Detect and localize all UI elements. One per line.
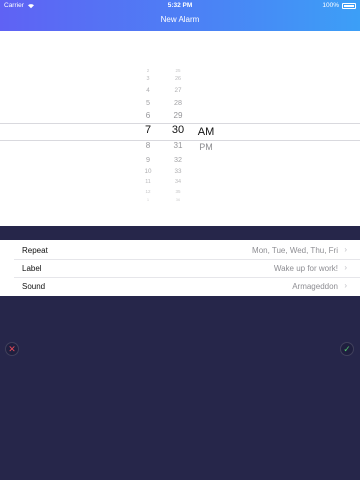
check-icon: ✓ xyxy=(343,343,351,354)
page-title: New Alarm xyxy=(160,15,200,24)
battery-percent: 100% xyxy=(322,2,339,9)
save-button[interactable]: ✓ xyxy=(340,342,354,356)
status-time: 5:32 PM xyxy=(167,2,193,9)
sound-value: Armageddon xyxy=(292,282,338,291)
time-picker[interactable]: 2 3 4 5 6 7 8 9 10 11 12 1 25 26 27 28 29 30 31 32 33 34 35 36… xyxy=(0,31,360,226)
picker-option[interactable]: 26 xyxy=(158,76,198,82)
label-label: Label xyxy=(22,264,42,273)
chevron-right-icon: › xyxy=(344,245,347,254)
sound-label: Sound xyxy=(22,282,46,291)
status-bar: Carrier 5:32 PM 100% xyxy=(0,0,360,11)
alarm-settings-list: Repeat Mon, Tue, Wed, Thu, Fri › Label W… xyxy=(0,240,360,296)
picker-option[interactable]: 35 xyxy=(158,189,198,194)
picker-option[interactable]: 36 xyxy=(158,197,198,202)
battery-icon xyxy=(342,2,356,9)
label-value: Wake up for work! xyxy=(273,264,338,273)
close-icon: ✕ xyxy=(8,343,16,354)
chevron-right-icon: › xyxy=(344,263,347,272)
am-option[interactable]: AM xyxy=(188,126,224,138)
label-row[interactable]: Label Wake up for work! › xyxy=(0,259,360,277)
sound-row[interactable]: Sound Armageddon › xyxy=(0,277,360,295)
pm-option[interactable]: PM xyxy=(188,142,224,152)
repeat-label: Repeat xyxy=(22,246,48,255)
chevron-right-icon: › xyxy=(344,281,347,290)
header-bar: Carrier 5:32 PM 100% New Alarm xyxy=(0,0,360,31)
picker-option[interactable]: 33 xyxy=(158,168,198,175)
picker-option[interactable]: 32 xyxy=(158,155,198,164)
action-area: ✕ ✓ xyxy=(0,296,360,480)
repeat-value: Mon, Tue, Wed, Thu, Fri xyxy=(252,246,338,255)
picker-option[interactable]: 29 xyxy=(158,111,198,120)
picker-option[interactable]: 28 xyxy=(158,98,198,107)
cancel-button[interactable]: ✕ xyxy=(5,342,19,356)
status-right: 100% xyxy=(322,2,356,9)
repeat-row[interactable]: Repeat Mon, Tue, Wed, Thu, Fri › xyxy=(0,241,360,259)
spacer-band xyxy=(0,226,360,240)
picker-option[interactable]: 25 xyxy=(158,68,198,73)
picker-option[interactable]: 27 xyxy=(158,87,198,94)
picker-option[interactable]: 34 xyxy=(158,179,198,185)
